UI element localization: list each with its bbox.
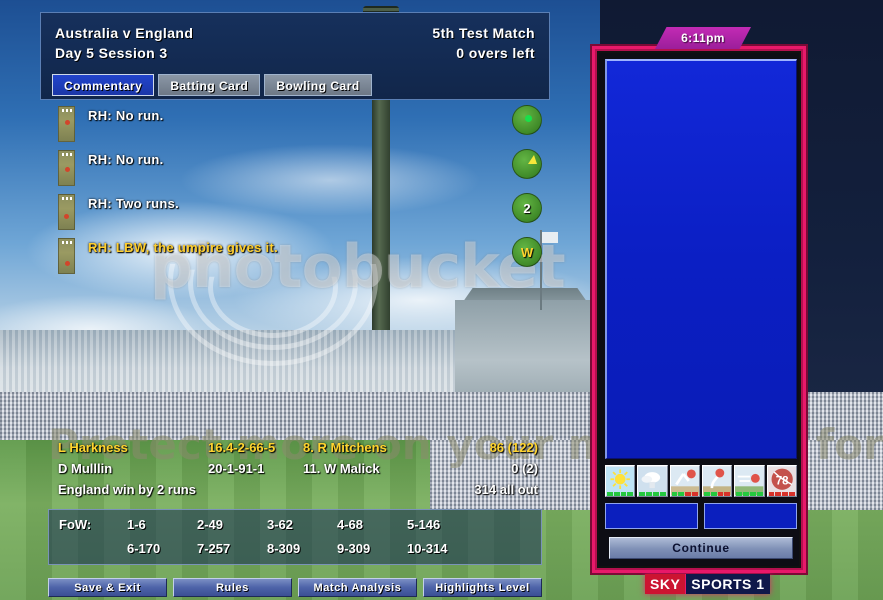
info-box-row [605, 503, 797, 529]
commentary-row: RH: No run. [48, 104, 542, 142]
weather-sunny-icon[interactable] [605, 465, 636, 497]
commentary-row: RH: LBW, the umpire gives it. W [48, 236, 542, 274]
fow-label: FoW: [59, 517, 92, 532]
ball-condition-icon[interactable]: 78 [766, 465, 797, 497]
batsman-other-score: 0 (2) [511, 461, 538, 476]
batsman-current-score: 86 (122) [489, 440, 538, 455]
bowler-other-figures: 20-1-91-1 [208, 461, 265, 476]
tab-batting-card[interactable]: Batting Card [158, 74, 261, 96]
fow-cell: 10-314 [407, 541, 448, 556]
weather-overcast-icon[interactable] [637, 465, 668, 497]
fow-cell: 1-6 [127, 517, 146, 532]
commentary-list: RH: No run. RH: No run. RH: Two runs. 2 [48, 104, 542, 274]
pitch-swing-icon[interactable] [734, 465, 765, 497]
condition-bar [671, 492, 698, 496]
pitch-map-icon [58, 150, 75, 186]
fow-cell: 6-170 [127, 541, 161, 556]
highlights-level-button[interactable]: Highlights Level [423, 578, 542, 597]
tab-bowling-card[interactable]: Bowling Card [264, 74, 372, 96]
batsman-other-name: 11. W Malick [303, 461, 380, 476]
field-outcome-icon: 2 [512, 193, 542, 223]
bottom-button-bar: Save & Exit Rules Match Analysis Highlig… [48, 578, 542, 597]
fall-of-wickets-panel: FoW: 1-6 2-49 3-62 4-68 5-146 6-170 7-25… [48, 509, 542, 565]
continue-button[interactable]: Continue [609, 537, 793, 559]
sky-sports-logo: SKY SPORTS 1 [645, 574, 770, 594]
pitch-map-icon [58, 106, 75, 142]
rules-button[interactable]: Rules [173, 578, 292, 597]
commentary-row: RH: No run. [48, 148, 542, 186]
pitch-map-icon [58, 238, 75, 274]
innings-total: 314 all out [474, 482, 538, 497]
clock-display: 6:11pm [655, 27, 751, 49]
match-title: Australia v England [55, 25, 194, 41]
match-result: England win by 2 runs [58, 482, 196, 497]
overs-left: 0 overs left [456, 45, 535, 61]
fow-cell: 9-309 [337, 541, 371, 556]
fow-cell: 4-68 [337, 517, 364, 532]
sports-logo-text: SPORTS 1 [685, 574, 770, 594]
sky-logo-text: SKY [645, 574, 686, 594]
tv-console-panel: 78 Continue [592, 46, 806, 573]
fow-cell: 8-309 [267, 541, 301, 556]
bowler-current-name: L Harkness [58, 440, 128, 455]
field-outcome-icon-wicket: W [512, 237, 542, 267]
condition-bar [736, 492, 763, 496]
info-box-left [605, 503, 698, 529]
commentary-text-wicket: RH: LBW, the umpire gives it. [88, 240, 278, 255]
commentary-text: RH: No run. [88, 152, 164, 167]
condition-bar [703, 492, 731, 496]
info-box-right [704, 503, 797, 529]
condition-bar [607, 492, 634, 496]
batsman-current-name: 8. R Mitchens [303, 440, 387, 455]
save-and-exit-button[interactable]: Save & Exit [48, 578, 167, 597]
console-inner: 78 Continue [599, 53, 799, 566]
fow-cell: 2-49 [197, 517, 224, 532]
commentary-text: RH: Two runs. [88, 196, 180, 211]
pitch-bounce-icon[interactable] [669, 465, 700, 497]
fow-cell: 5-146 [407, 517, 441, 532]
condition-icon-row: 78 [605, 465, 797, 497]
ball-age-value: 78 [775, 476, 788, 488]
commentary-row: RH: Two runs. 2 [48, 192, 542, 230]
match-analysis-button[interactable]: Match Analysis [298, 578, 417, 597]
score-strip: L Harkness 16.4-2-66-5 8. R Mitchens 86 … [48, 440, 542, 502]
field-outcome-icon [512, 149, 542, 179]
fow-cell: 3-62 [267, 517, 294, 532]
commentary-text: RH: No run. [88, 108, 164, 123]
flag-icon [542, 232, 558, 243]
match-type: 5th Test Match [432, 25, 535, 41]
card-tabs: Commentary Batting Card Bowling Card [52, 74, 372, 96]
condition-bar [639, 492, 666, 496]
day-session: Day 5 Session 3 [55, 45, 168, 61]
tab-commentary[interactable]: Commentary [52, 74, 155, 96]
tv-screen-display [605, 59, 797, 459]
condition-bar [768, 492, 795, 496]
bowler-other-name: D Mulllin [58, 461, 113, 476]
bowler-current-figures: 16.4-2-66-5 [208, 440, 276, 455]
field-outcome-icon [512, 105, 542, 135]
pitch-map-icon [58, 194, 75, 230]
pitch-seam-icon[interactable] [701, 465, 733, 497]
game-screen: photobucket Protect more on your memorie… [0, 0, 883, 600]
fow-cell: 7-257 [197, 541, 231, 556]
